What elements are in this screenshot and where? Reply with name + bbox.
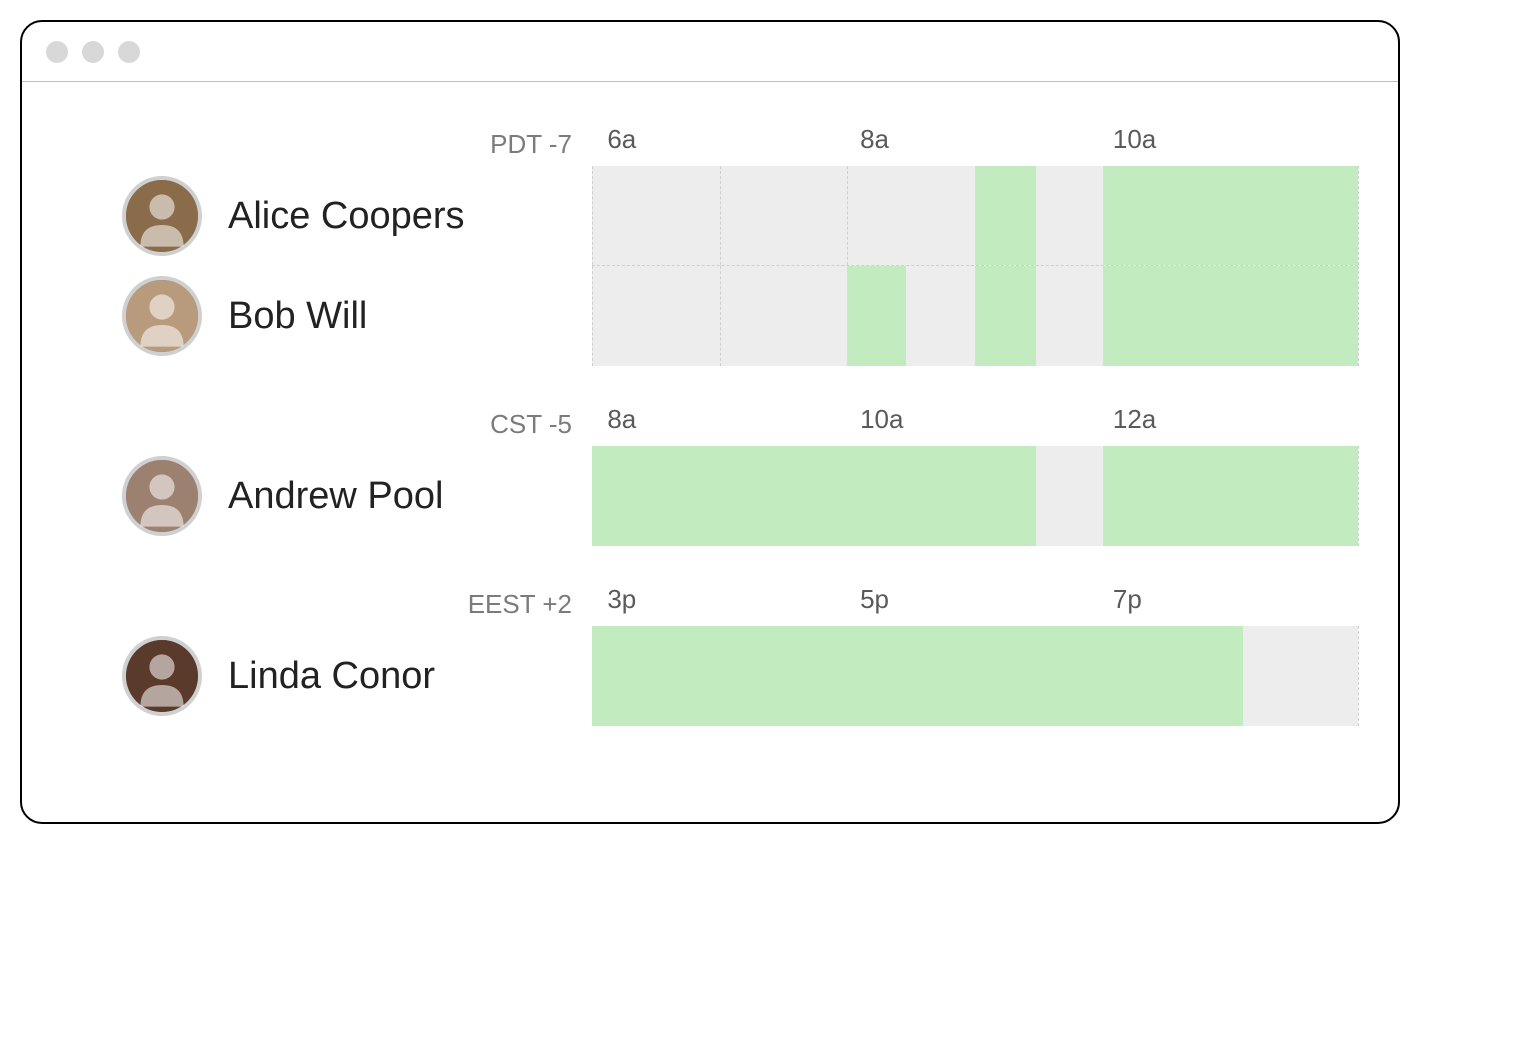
timezone-group: CST -5 8a 10a 12a Andrew Pool (122, 402, 1358, 546)
avatar[interactable] (122, 636, 202, 716)
window-control-minimize[interactable] (82, 41, 104, 63)
gridline (1358, 166, 1359, 265)
person-name: Linda Conor (228, 655, 435, 698)
time-axis: 3p 5p 7p (592, 582, 1358, 626)
timezone-label: EEST +2 (122, 582, 592, 626)
person-row[interactable]: Alice Coopers (122, 166, 592, 266)
gridline (1358, 626, 1359, 726)
person-row[interactable]: Bob Will (122, 266, 592, 366)
time-axis: 6a 8a 10a (592, 122, 1358, 166)
person-name: Bob Will (228, 295, 367, 338)
person-row[interactable]: Linda Conor (122, 626, 592, 726)
time-tick: 3p (607, 584, 636, 615)
time-tick: 7p (1113, 584, 1142, 615)
gridline (1358, 266, 1359, 366)
availability-panel: PDT -7 6a 8a 10a Alice Coopers Bob Will CST -5… (22, 82, 1398, 822)
timezone-label: PDT -7 (122, 122, 592, 166)
person-name: Alice Coopers (228, 195, 465, 238)
app-window: PDT -7 6a 8a 10a Alice Coopers Bob Will CST -5… (20, 20, 1400, 824)
window-control-close[interactable] (46, 41, 68, 63)
time-tick: 8a (860, 124, 889, 155)
titlebar (22, 22, 1398, 82)
avatar[interactable] (122, 176, 202, 256)
timezone-group: EEST +2 3p 5p 7p Linda Conor (122, 582, 1358, 726)
time-tick: 5p (860, 584, 889, 615)
time-tick: 6a (607, 124, 636, 155)
person-name: Andrew Pool (228, 475, 443, 518)
avatar[interactable] (122, 456, 202, 536)
avatar[interactable] (122, 276, 202, 356)
timezone-label: CST -5 (122, 402, 592, 446)
time-tick: 10a (1113, 124, 1156, 155)
time-tick: 12a (1113, 404, 1156, 435)
time-tick: 10a (860, 404, 903, 435)
gridline (1358, 446, 1359, 546)
timezone-group: PDT -7 6a 8a 10a Alice Coopers Bob Will (122, 122, 1358, 366)
time-tick: 8a (607, 404, 636, 435)
window-control-zoom[interactable] (118, 41, 140, 63)
time-axis: 8a 10a 12a (592, 402, 1358, 446)
person-row[interactable]: Andrew Pool (122, 446, 592, 546)
